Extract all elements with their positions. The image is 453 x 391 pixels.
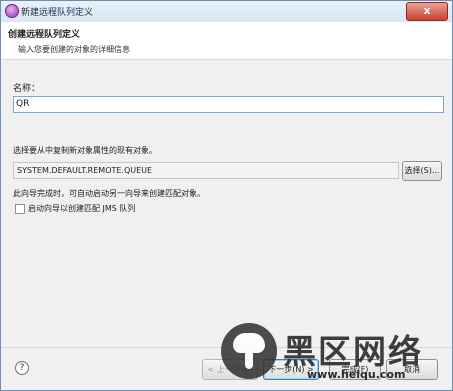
title-bar[interactable]: 新建远程队列定义 x <box>1 1 452 23</box>
dialog-window: 新建远程队列定义 x 创建远程队列定义 输入您要创建的对象的详细信息 名称： Q… <box>0 0 453 391</box>
create-jms-queue-label[interactable]: 启动向导以创建匹配 JMS 队列 <box>28 203 135 214</box>
next-button[interactable]: 下一步(N) > <box>263 359 319 380</box>
page-description: 输入您要创建的对象的详细信息 <box>18 45 130 54</box>
copy-source-label: 选择要从中复制新对象属性的现有对象。 <box>13 146 157 155</box>
info-text: 此向导完成时，可自动启动另一向导来创建匹配对象。 <box>13 189 205 198</box>
cancel-button[interactable]: 取消 <box>386 359 438 380</box>
footer-divider <box>1 347 452 348</box>
wizard-header: 创建远程队列定义 输入您要创建的对象的详细信息 <box>1 22 452 60</box>
help-icon[interactable]: ? <box>15 361 29 375</box>
page-title: 创建远程队列定义 <box>8 30 81 40</box>
watermark: 黑区网络 www.heiqu.com <box>221 323 452 390</box>
select-button[interactable]: 选择(S)... <box>402 161 442 181</box>
close-button[interactable]: x <box>406 2 448 21</box>
back-button[interactable]: < 上一步(B) <box>202 359 258 380</box>
name-input[interactable]: QR <box>13 96 444 113</box>
app-icon <box>5 4 19 18</box>
finish-button[interactable]: 完成(F) <box>329 359 381 380</box>
name-label: 名称： <box>13 84 41 94</box>
copy-source-field: SYSTEM.DEFAULT.REMOTE.QUEUE <box>13 162 399 179</box>
window-title: 新建远程队列定义 <box>21 8 94 18</box>
create-jms-queue-checkbox[interactable] <box>15 204 25 214</box>
